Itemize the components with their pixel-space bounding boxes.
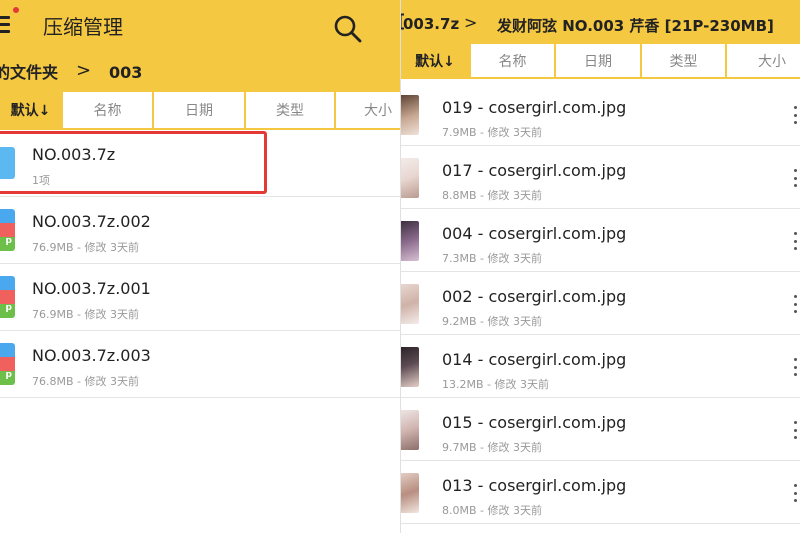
file-meta: 9.7MB - 修改 3天前 bbox=[442, 441, 542, 454]
breadcrumb-parent[interactable]: 003.7z bbox=[403, 15, 459, 33]
more-vert-icon[interactable] bbox=[792, 484, 798, 502]
menu-icon[interactable] bbox=[0, 16, 10, 34]
more-vert-icon[interactable] bbox=[792, 358, 798, 376]
image-thumbnail bbox=[401, 284, 419, 324]
more-vert-icon[interactable] bbox=[792, 232, 798, 250]
zip-archive-icon bbox=[0, 343, 15, 385]
sort-tab-type[interactable]: 类型 bbox=[642, 44, 727, 77]
selection-highlight bbox=[0, 131, 267, 194]
file-meta: 7.3MB - 修改 3天前 bbox=[442, 252, 542, 265]
file-name: 017 - cosergirl.com.jpg bbox=[442, 161, 627, 180]
more-vert-icon[interactable] bbox=[792, 169, 798, 187]
file-row[interactable]: NO.003.7z.002 76.9MB - 修改 3天前 bbox=[0, 197, 400, 264]
chevron-right-icon: > bbox=[464, 13, 478, 32]
more-vert-icon[interactable] bbox=[792, 421, 798, 439]
file-meta: 76.9MB - 修改 3天前 bbox=[32, 308, 139, 321]
sort-tab-date[interactable]: 日期 bbox=[154, 92, 246, 128]
file-meta: 7.9MB - 修改 3天前 bbox=[442, 126, 542, 139]
file-row[interactable]: 019 - cosergirl.com.jpg 7.9MB - 修改 3天前 bbox=[401, 83, 800, 146]
sort-bar: 默认↓ 名称 日期 类型 大小 bbox=[401, 44, 800, 79]
sort-tab-size[interactable]: 大小 bbox=[727, 44, 800, 77]
file-meta: 76.9MB - 修改 3天前 bbox=[32, 241, 139, 254]
file-row[interactable]: NO.003.7z.003 76.8MB - 修改 3天前 bbox=[0, 331, 400, 398]
file-name: 019 - cosergirl.com.jpg bbox=[442, 98, 627, 117]
sort-tab-date[interactable]: 日期 bbox=[556, 44, 642, 77]
zip-archive-icon bbox=[0, 276, 15, 318]
file-name: 004 - cosergirl.com.jpg bbox=[442, 224, 627, 243]
file-meta: 76.8MB - 修改 3天前 bbox=[32, 375, 139, 388]
chevron-right-icon: > bbox=[76, 60, 92, 81]
file-name: 014 - cosergirl.com.jpg bbox=[442, 350, 627, 369]
sort-tab-size[interactable]: 大小 bbox=[336, 92, 400, 128]
sort-tab-type[interactable]: 类型 bbox=[246, 92, 336, 128]
file-row[interactable]: 017 - cosergirl.com.jpg 8.8MB - 修改 3天前 bbox=[401, 146, 800, 209]
breadcrumb-current[interactable]: 003 bbox=[109, 63, 142, 83]
sort-tab-name[interactable]: 名称 bbox=[471, 44, 556, 77]
search-icon[interactable] bbox=[333, 14, 363, 44]
image-thumbnail bbox=[401, 158, 419, 198]
image-thumbnail bbox=[401, 95, 419, 135]
breadcrumb: 的文件夹 > 003 bbox=[0, 52, 400, 92]
file-name: NO.003.7z.001 bbox=[32, 279, 151, 298]
sort-tab-name[interactable]: 名称 bbox=[63, 92, 154, 128]
file-name: 013 - cosergirl.com.jpg bbox=[442, 476, 627, 495]
file-meta: 9.2MB - 修改 3天前 bbox=[442, 315, 542, 328]
file-name: NO.003.7z.002 bbox=[32, 212, 151, 231]
file-name: 015 - cosergirl.com.jpg bbox=[442, 413, 627, 432]
archive-manager-pane: 压缩管理 的文件夹 > 003 默认↓ 名称 日期 类型 大小 NO.003.7… bbox=[0, 0, 400, 533]
file-meta: 8.8MB - 修改 3天前 bbox=[442, 189, 542, 202]
file-meta: 13.2MB - 修改 3天前 bbox=[442, 378, 549, 391]
path-bar: [ 003.7z > 发财阿弦 NO.003 芹香 [21P-230MB] bbox=[401, 0, 800, 44]
zip-archive-icon bbox=[0, 209, 15, 251]
breadcrumb-parent[interactable]: 的文件夹 bbox=[0, 63, 58, 83]
sort-tab-default[interactable]: 默认↓ bbox=[401, 44, 471, 77]
file-name: 002 - cosergirl.com.jpg bbox=[442, 287, 627, 306]
archive-contents-pane: [ 003.7z > 发财阿弦 NO.003 芹香 [21P-230MB] 默认… bbox=[401, 0, 800, 533]
image-thumbnail bbox=[401, 473, 419, 513]
breadcrumb-current[interactable]: 发财阿弦 NO.003 芹香 [21P-230MB] bbox=[497, 15, 774, 36]
image-thumbnail bbox=[401, 410, 419, 450]
page-title: 压缩管理 bbox=[43, 15, 123, 39]
file-row[interactable]: 002 - cosergirl.com.jpg 9.2MB - 修改 3天前 bbox=[401, 272, 800, 335]
file-name: NO.003.7z.003 bbox=[32, 346, 151, 365]
image-thumbnail bbox=[401, 221, 419, 261]
screen: 压缩管理 的文件夹 > 003 默认↓ 名称 日期 类型 大小 NO.003.7… bbox=[0, 0, 800, 533]
image-thumbnail bbox=[401, 347, 419, 387]
file-meta: 8.0MB - 修改 3天前 bbox=[442, 504, 542, 517]
file-row[interactable]: 014 - cosergirl.com.jpg 13.2MB - 修改 3天前 bbox=[401, 335, 800, 398]
file-row[interactable]: 004 - cosergirl.com.jpg 7.3MB - 修改 3天前 bbox=[401, 209, 800, 272]
sort-tab-default[interactable]: 默认↓ bbox=[0, 92, 63, 128]
notification-dot-icon bbox=[13, 7, 19, 13]
file-row[interactable]: 013 - cosergirl.com.jpg 8.0MB - 修改 3天前 bbox=[401, 461, 800, 524]
file-row[interactable]: 015 - cosergirl.com.jpg 9.7MB - 修改 3天前 bbox=[401, 398, 800, 461]
file-row[interactable]: NO.003.7z.001 76.9MB - 修改 3天前 bbox=[0, 264, 400, 331]
more-vert-icon[interactable] bbox=[792, 295, 798, 313]
more-vert-icon[interactable] bbox=[792, 106, 798, 124]
sort-bar: 默认↓ 名称 日期 类型 大小 bbox=[0, 92, 400, 130]
app-bar: 压缩管理 bbox=[0, 0, 400, 52]
